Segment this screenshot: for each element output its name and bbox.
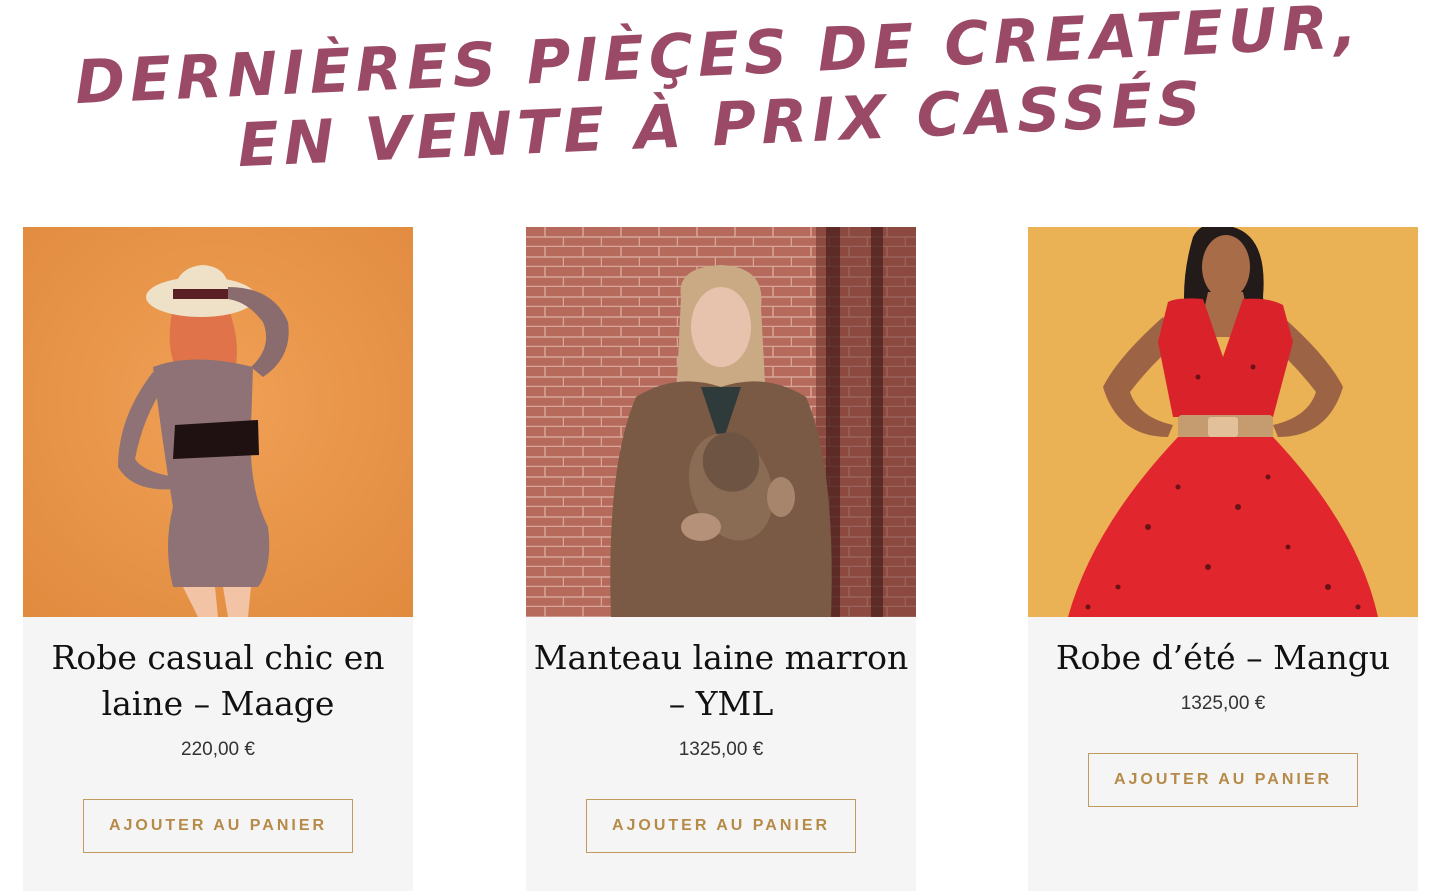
product-card: Manteau laine marron – YML 1325,00 € AJO… [526, 227, 916, 891]
product-title[interactable]: Robe casual chic en laine – Maage [23, 635, 413, 727]
product-price: 1325,00 € [1180, 693, 1266, 714]
woman-in-red-dress-photo [1028, 227, 1418, 617]
product-card: Robe d’été – Mangu 1325,00 € AJOUTER AU … [1028, 227, 1418, 891]
product-price: 1325,00 € [678, 739, 764, 760]
product-title[interactable]: Manteau laine marron – YML [526, 635, 916, 727]
product-image[interactable] [526, 227, 916, 617]
product-price: 220,00 € [181, 739, 255, 760]
woman-in-brown-coat-photo [526, 227, 916, 617]
add-to-cart-button[interactable]: AJOUTER AU PANIER [1088, 753, 1358, 807]
add-to-cart-button[interactable]: AJOUTER AU PANIER [83, 799, 353, 853]
product-card: Robe casual chic en laine – Maage 220,00… [23, 227, 413, 891]
section-heading: DERNIÈRES PIÈÇES DE CREATEUR, EN VENTE À… [0, 0, 1440, 191]
product-image[interactable] [23, 227, 413, 617]
add-to-cart-button[interactable]: AJOUTER AU PANIER [586, 799, 856, 853]
product-image[interactable] [1028, 227, 1418, 617]
product-title[interactable]: Robe d’été – Mangu [1028, 635, 1418, 681]
woman-in-hat-photo [23, 227, 413, 617]
